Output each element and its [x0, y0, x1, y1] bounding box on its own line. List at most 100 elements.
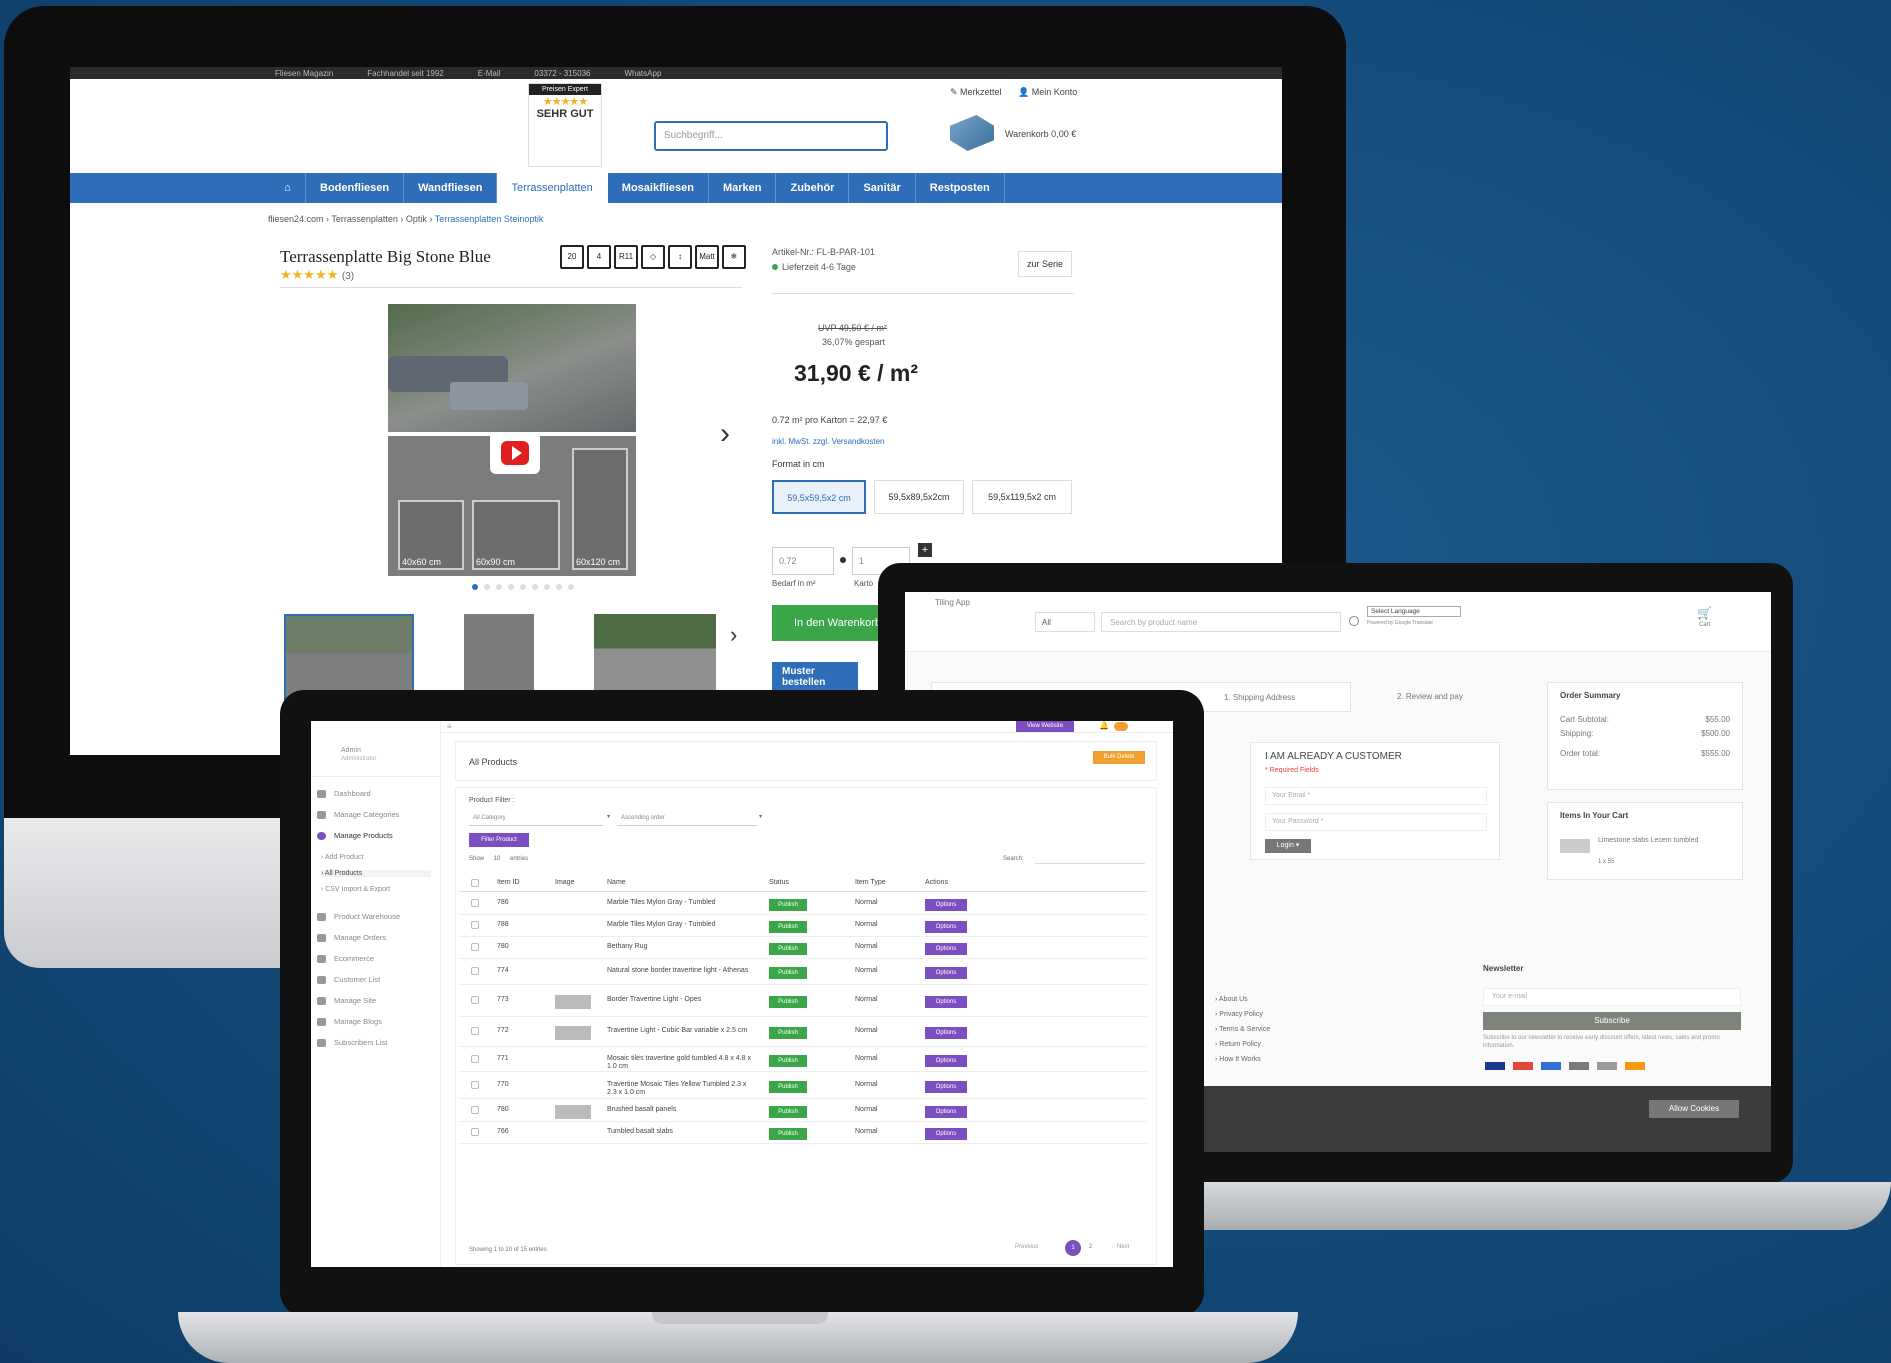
- menu-customers[interactable]: Customer List: [317, 975, 380, 985]
- row-checkbox[interactable]: [471, 1128, 479, 1136]
- product-name[interactable]: Marble Tiles Mylon Gray - Tumbled: [607, 899, 757, 907]
- menu-subscribers[interactable]: Subscribers List: [317, 1038, 387, 1048]
- carousel-dot[interactable]: [544, 584, 550, 590]
- order-select[interactable]: Ascending order: [617, 812, 757, 826]
- format-option[interactable]: 59,5x89,5x2cm: [874, 480, 964, 514]
- category-select[interactable]: All: [1035, 612, 1095, 632]
- status-publish-button[interactable]: Publish: [769, 967, 807, 979]
- product-rating[interactable]: ★★★★★ (3): [280, 267, 354, 283]
- chevron-down-icon[interactable]: ▾: [607, 813, 610, 820]
- breadcrumb-link[interactable]: Optik: [406, 214, 427, 224]
- menu-blogs[interactable]: Manage Blogs: [317, 1017, 382, 1027]
- row-checkbox[interactable]: [471, 1081, 479, 1089]
- thumbnail[interactable]: [464, 614, 534, 700]
- row-checkbox[interactable]: [471, 1055, 479, 1063]
- product-name[interactable]: Travertine Mosaic Tiles Yellow Tumbled 2…: [607, 1081, 757, 1097]
- row-checkbox[interactable]: [471, 1106, 479, 1114]
- notification-badge[interactable]: [1114, 722, 1128, 731]
- footer-link[interactable]: › Terms & Service: [1215, 1022, 1270, 1037]
- menu-categories[interactable]: Manage Categories: [317, 810, 399, 820]
- column-header[interactable]: Status: [769, 879, 789, 886]
- carousel-dot[interactable]: [508, 584, 514, 590]
- row-checkbox[interactable]: [471, 996, 479, 1004]
- breadcrumb-link[interactable]: Terrassenplatten: [331, 214, 398, 224]
- row-checkbox[interactable]: [471, 967, 479, 975]
- column-header[interactable]: Item Type: [855, 879, 886, 886]
- column-header[interactable]: Name: [607, 879, 626, 886]
- chevron-down-icon[interactable]: ▾: [759, 813, 762, 820]
- menu-warehouse[interactable]: Product Warehouse: [317, 912, 400, 922]
- carousel-dot[interactable]: [496, 584, 502, 590]
- nav-item[interactable]: Mosaikfliesen: [608, 173, 709, 203]
- options-button[interactable]: Options: [925, 921, 967, 933]
- select-all-checkbox[interactable]: [471, 879, 479, 887]
- allow-cookies-button[interactable]: Allow Cookies: [1649, 1100, 1739, 1118]
- options-button[interactable]: Options: [925, 1128, 967, 1140]
- product-name[interactable]: Travertine Light - Cubic Bar variable x …: [607, 1027, 757, 1035]
- status-publish-button[interactable]: Publish: [769, 1027, 807, 1039]
- topbar-item[interactable]: Fliesen Magazin: [275, 69, 333, 78]
- table-search-input[interactable]: [1035, 853, 1145, 864]
- nav-item[interactable]: Restposten: [916, 173, 1005, 203]
- nav-item[interactable]: Bodenfliesen: [306, 173, 405, 203]
- product-name[interactable]: Brushed basalt panels: [607, 1106, 757, 1114]
- topbar-email[interactable]: E-Mail: [478, 69, 501, 78]
- add-to-cart-button[interactable]: In den Warenkorb: [772, 605, 892, 641]
- quantity-m2-input[interactable]: 0.72: [772, 547, 834, 575]
- view-website-button[interactable]: View Website: [1016, 721, 1074, 732]
- options-button[interactable]: Options: [925, 967, 967, 979]
- options-button[interactable]: Options: [925, 1081, 967, 1093]
- submenu-add-product[interactable]: › Add Product: [321, 854, 363, 861]
- shop-search-input[interactable]: Suchbegriff...: [654, 121, 888, 151]
- bulk-delete-button[interactable]: Bulk Delete: [1093, 751, 1145, 764]
- carousel-dot[interactable]: [472, 584, 478, 590]
- newsletter-email-field[interactable]: Your e-mail: [1483, 988, 1741, 1006]
- plus-icon[interactable]: +: [918, 543, 932, 557]
- home-icon[interactable]: ⌂: [270, 173, 306, 203]
- footer-link[interactable]: › About Us: [1215, 992, 1270, 1007]
- wishlist-link[interactable]: ✎ Merkzettel: [950, 87, 1002, 98]
- thumbnail[interactable]: [594, 614, 716, 700]
- status-publish-button[interactable]: Publish: [769, 1055, 807, 1067]
- status-publish-button[interactable]: Publish: [769, 921, 807, 933]
- nav-item-active[interactable]: Terrassenplatten: [497, 173, 608, 203]
- thumbnail-selected[interactable]: [284, 614, 414, 700]
- chevron-right-icon[interactable]: ›: [720, 417, 730, 451]
- column-header[interactable]: Item ID: [497, 879, 520, 886]
- language-select[interactable]: Select Language: [1367, 606, 1461, 617]
- password-field[interactable]: Your Password *: [1265, 813, 1487, 831]
- status-publish-button[interactable]: Publish: [769, 899, 807, 911]
- options-button[interactable]: Options: [925, 1027, 967, 1039]
- carousel-dot[interactable]: [556, 584, 562, 590]
- to-series-button[interactable]: zur Serie: [1018, 251, 1072, 277]
- footer-link[interactable]: › Privacy Policy: [1215, 1007, 1270, 1022]
- entries-select[interactable]: 10: [494, 856, 501, 862]
- topbar-phone[interactable]: 03372 - 315036: [534, 69, 590, 78]
- carousel-dot[interactable]: [532, 584, 538, 590]
- status-publish-button[interactable]: Publish: [769, 1081, 807, 1093]
- email-field[interactable]: Your Email *: [1265, 787, 1487, 805]
- topbar-whatsapp[interactable]: WhatsApp: [624, 69, 661, 78]
- options-button[interactable]: Options: [925, 1055, 967, 1067]
- carousel-dot[interactable]: [568, 584, 574, 590]
- subscribe-button[interactable]: Subscribe: [1483, 1012, 1741, 1030]
- filter-product-button[interactable]: Filter Product: [469, 833, 529, 847]
- menu-products[interactable]: Manage Products: [317, 831, 393, 841]
- menu-dashboard[interactable]: Dashboard: [317, 789, 371, 799]
- submenu-all-products[interactable]: › All Products: [321, 870, 431, 877]
- vat-note[interactable]: inkl. MwSt. zzgl. Versandkosten: [772, 437, 885, 446]
- cart-label[interactable]: Cart: [1699, 622, 1710, 628]
- cart-icon[interactable]: 🛒: [1697, 606, 1712, 620]
- step-shipping[interactable]: 1. Shipping Address: [1224, 693, 1295, 702]
- cart-total[interactable]: Warenkorb 0,00 €: [1005, 129, 1076, 139]
- options-button[interactable]: Options: [925, 943, 967, 955]
- thumbs-chevron-right-icon[interactable]: ›: [730, 622, 737, 648]
- menu-ecommerce[interactable]: Ecommerce: [317, 954, 374, 964]
- product-search-input[interactable]: Search by product name: [1101, 612, 1341, 632]
- account-link[interactable]: 👤 Mein Konto: [1018, 87, 1077, 98]
- menu-toggle-icon[interactable]: ≡: [447, 722, 452, 731]
- format-option-selected[interactable]: 59,5x59,5x2 cm: [772, 480, 866, 514]
- item-name[interactable]: Limestone slabs Lecem tumbled: [1598, 837, 1728, 844]
- search-icon[interactable]: [1349, 616, 1359, 626]
- menu-orders[interactable]: Manage Orders: [317, 933, 386, 943]
